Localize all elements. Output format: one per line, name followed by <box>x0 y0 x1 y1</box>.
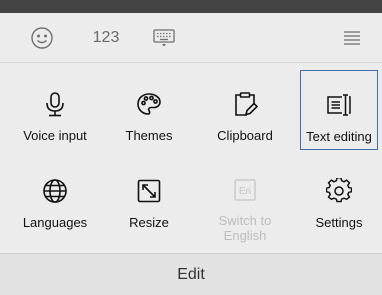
footer-bar: Edit <box>0 253 382 295</box>
voice-input-button[interactable]: Voice input <box>16 70 94 150</box>
languages-button[interactable]: Languages <box>16 157 94 237</box>
emoji-icon[interactable] <box>28 13 56 62</box>
settings-label: Settings <box>315 215 363 230</box>
palette-icon <box>135 90 163 118</box>
text-editing-icon <box>325 91 353 119</box>
text-editing-button[interactable]: Text editing <box>300 70 378 150</box>
en-icon: En <box>231 177 259 203</box>
themes-label: Themes <box>125 128 173 143</box>
themes-button[interactable]: Themes <box>110 70 188 150</box>
microphone-icon <box>41 90 69 118</box>
clipboard-button[interactable]: Clipboard <box>206 70 284 150</box>
menu-icon[interactable] <box>340 13 364 62</box>
status-bar <box>0 0 382 13</box>
settings-button[interactable]: Settings <box>300 157 378 237</box>
number-keyboard-button[interactable]: 123 <box>92 13 120 62</box>
keyboard-toolbar: 123 <box>0 13 382 63</box>
clipboard-label: Clipboard <box>217 128 273 143</box>
clipboard-icon <box>231 90 259 118</box>
voice-input-label: Voice input <box>23 128 87 143</box>
resize-button[interactable]: Resize <box>110 157 188 237</box>
keyboard-icon[interactable] <box>149 13 179 62</box>
number-keyboard-label: 123 <box>92 28 120 46</box>
globe-icon <box>41 177 69 205</box>
gear-icon <box>325 177 353 205</box>
footer-title: Edit <box>177 265 205 283</box>
tools-panel: Voice input Themes Clipboard Text editin… <box>0 63 382 253</box>
switch-to-english-button[interactable]: En Switch to English <box>206 157 284 243</box>
languages-label: Languages <box>22 215 88 230</box>
en-badge-text: En <box>239 186 251 197</box>
text-editing-label: Text editing <box>306 129 372 144</box>
switch-to-english-label: Switch to English <box>218 213 272 243</box>
resize-icon <box>135 177 163 205</box>
resize-label: Resize <box>129 215 169 230</box>
